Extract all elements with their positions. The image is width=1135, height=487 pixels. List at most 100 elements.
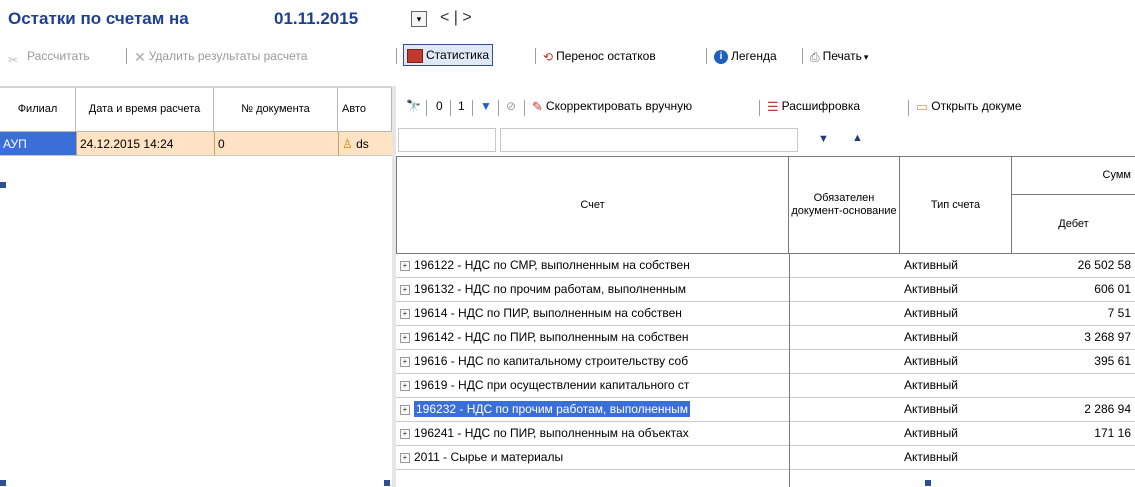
cell-account-type: Активный	[904, 306, 958, 320]
cell-required-doc	[789, 254, 900, 277]
cell-required-doc	[789, 398, 900, 421]
column-header-datetime[interactable]: Дата и время расчета	[76, 88, 214, 132]
date-nav-arrows[interactable]: < | >	[440, 9, 472, 27]
cell-debit: 2 286 94	[1084, 402, 1131, 416]
cell-account: +19619 - НДС при осуществлении капитальн…	[396, 374, 789, 397]
scroll-up-arrow-icon[interactable]: ▲	[852, 132, 863, 144]
cell-account: +19616 - НДС по капитальному строительст…	[396, 350, 789, 373]
folder-icon: ▭	[916, 98, 929, 114]
expand-icon[interactable]: +	[400, 332, 410, 343]
table-row[interactable]: +2011 - Сырье и материалы Активный	[396, 446, 1135, 470]
date-field[interactable]: 01.11.2015	[274, 9, 358, 29]
expand-icon[interactable]: +	[400, 284, 410, 295]
cell-account: +196241 - НДС по ПИР, выполненным на объ…	[396, 422, 789, 445]
cell-required-doc	[789, 278, 900, 301]
filter-1-button[interactable]: 1	[458, 96, 465, 116]
filter-input-1[interactable]	[398, 128, 496, 152]
page-title: Остатки по счетам на	[8, 9, 189, 28]
cell-account: +2011 - Сырье и материалы	[396, 446, 789, 469]
cell-required-doc	[789, 302, 900, 325]
cell-required-doc	[789, 446, 900, 469]
cell-required-doc	[789, 422, 900, 445]
column-header-required-doc[interactable]: Обязателен документ-основание	[789, 157, 900, 254]
recalculate-icon: ✂	[8, 52, 19, 67]
splitter-handle[interactable]	[384, 480, 390, 486]
table-row[interactable]: +196241 - НДС по ПИР, выполненным на объ…	[396, 422, 1135, 446]
statistics-button[interactable]: Статистика	[403, 44, 494, 66]
column-header-doc-no[interactable]: № документа	[214, 88, 338, 132]
table-row[interactable]: +19616 - НДС по капитальному строительст…	[396, 350, 1135, 374]
printer-icon: ⎙	[810, 49, 820, 64]
expand-icon[interactable]: +	[400, 380, 410, 391]
table-row[interactable]: +196142 - НДС по ПИР, выполненным на соб…	[396, 326, 1135, 350]
open-document-button[interactable]: ▭ Открыть докуме	[916, 96, 1022, 116]
cell-account: +196142 - НДС по ПИР, выполненным на соб…	[396, 326, 789, 349]
cell-account-type: Активный	[904, 282, 958, 296]
column-header-sum-group[interactable]: Сумм	[1012, 157, 1135, 195]
cell-debit: 7 51	[1107, 306, 1131, 320]
transfer-balances-button[interactable]: ⟲ Перенос остатков	[543, 46, 656, 66]
info-icon: i	[714, 49, 728, 64]
cell-account: +196132 - НДС по прочим работам, выполне…	[396, 278, 789, 301]
column-header-branch[interactable]: Филиал	[0, 88, 76, 132]
expand-icon[interactable]: +	[400, 404, 410, 415]
column-header-debit[interactable]: Дебет	[1012, 195, 1135, 254]
edit-pencil-icon: ✎	[532, 98, 543, 114]
table-row[interactable]: +196232 - НДС по прочим работам, выполне…	[396, 398, 1135, 422]
filter-input-2[interactable]	[500, 128, 798, 152]
splitter-handle[interactable]	[925, 480, 931, 486]
manual-correct-button[interactable]: ✎ Скорректировать вручную	[532, 96, 692, 116]
delete-results-button[interactable]: ✕ Удалить результаты расчета	[134, 46, 307, 66]
cell-doc-no: 0	[214, 132, 338, 156]
cell-debit: 395 61	[1094, 354, 1131, 368]
cell-account: +196232 - НДС по прочим работам, выполне…	[396, 398, 789, 421]
cell-account-type: Активный	[904, 402, 958, 416]
expand-icon[interactable]: +	[400, 452, 410, 463]
title-bar: Остатки по счетам на 01.11.2015 ▾ < | >	[8, 0, 1135, 40]
transfer-icon: ⟲	[543, 49, 554, 64]
cell-debit: 606 01	[1094, 282, 1131, 296]
expand-icon[interactable]: +	[400, 260, 410, 271]
cell-account-type: Активный	[904, 330, 958, 344]
cell-required-doc	[789, 326, 900, 349]
filter-0-button[interactable]: 0	[436, 96, 443, 116]
table-row[interactable]: +196122 - НДС по СМР, выполненным на соб…	[396, 254, 1135, 278]
expand-icon[interactable]: +	[400, 428, 410, 439]
splitter-handle[interactable]	[0, 182, 6, 188]
cell-required-doc	[789, 350, 900, 373]
cell-debit: 171 16	[1094, 426, 1131, 440]
list-icon: ☰	[767, 98, 779, 114]
cell-required-doc	[789, 374, 900, 397]
cell-account-type: Активный	[904, 258, 958, 272]
filter-icon[interactable]: ▼	[480, 96, 492, 116]
cell-account: +19614 - НДС по ПИР, выполненным на собс…	[396, 302, 789, 325]
calendar-dropdown-icon[interactable]: ▾	[411, 11, 427, 27]
cell-debit	[1012, 446, 1131, 469]
column-header-author[interactable]: Авто	[338, 88, 392, 132]
cell-account-type: Активный	[904, 450, 958, 464]
table-row[interactable]: +19614 - НДС по ПИР, выполненным на собс…	[396, 302, 1135, 326]
column-header-account-type[interactable]: Тип счета	[900, 157, 1012, 254]
recalculate-button[interactable]: ✂ Рассчитать	[8, 46, 90, 67]
chevron-down-icon: ▾	[863, 52, 869, 62]
binoculars-icon[interactable]: 🔭	[406, 96, 421, 116]
print-button[interactable]: ⎙ Печать ▾	[810, 46, 868, 66]
expand-icon[interactable]: +	[400, 308, 410, 319]
calculations-grid: Филиал Дата и время расчета № документа …	[0, 88, 392, 487]
main-toolbar: ✂ Рассчитать ✕ Удалить результаты расчета …	[0, 42, 1135, 70]
expand-icon[interactable]: +	[400, 356, 410, 367]
scroll-down-arrow-icon[interactable]: ▼	[818, 133, 829, 145]
details-toolbar: 🔭 0 1 ▼ ⊘ ✎ Скорректировать вручную ☰ Расш…	[396, 88, 1135, 126]
user-icon: ♙	[342, 137, 353, 151]
cell-debit: 3 268 97	[1084, 330, 1131, 344]
splitter-handle[interactable]	[0, 480, 6, 486]
table-row[interactable]: АУП 24.12.2015 14:24 0 ♙ ds	[0, 132, 392, 156]
decode-button[interactable]: ☰ Расшифровка	[767, 96, 860, 116]
cell-debit	[1012, 374, 1131, 397]
table-row[interactable]: +196132 - НДС по прочим работам, выполне…	[396, 278, 1135, 302]
cell-account-type: Активный	[904, 378, 958, 392]
legend-button[interactable]: i Легенда	[714, 46, 777, 66]
clear-filter-icon[interactable]: ⊘	[506, 96, 516, 116]
column-header-account[interactable]: Счет	[396, 157, 789, 254]
table-row[interactable]: +19619 - НДС при осуществлении капитальн…	[396, 374, 1135, 398]
